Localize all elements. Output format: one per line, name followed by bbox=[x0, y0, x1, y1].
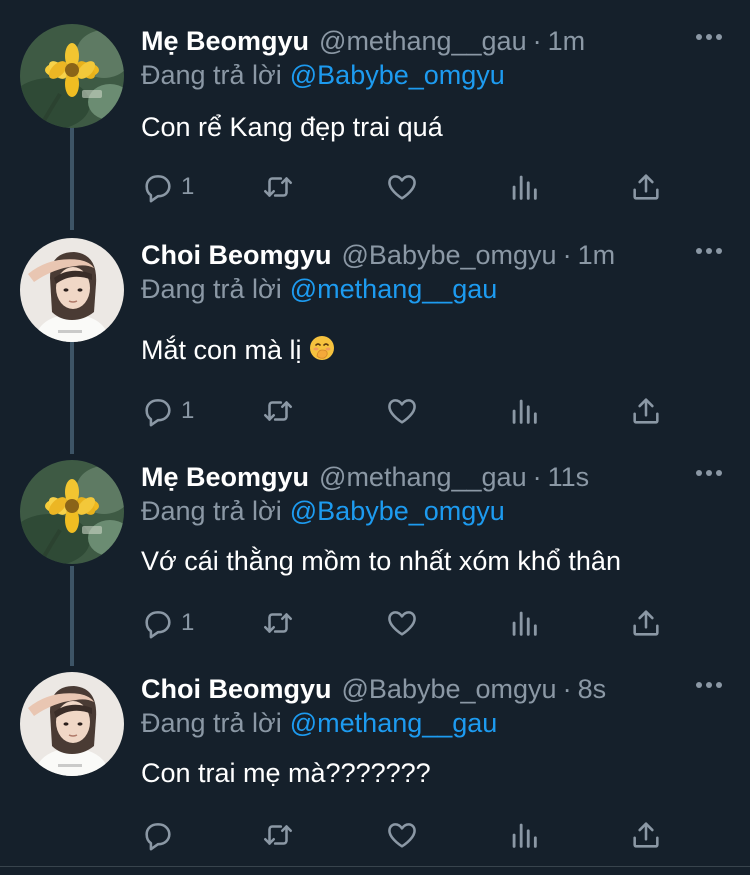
display-name[interactable]: Choi Beomgyu bbox=[141, 674, 332, 705]
reply-mention-link[interactable]: @methang__gau bbox=[290, 708, 498, 738]
separator-dot: · bbox=[532, 461, 542, 492]
share-icon bbox=[633, 822, 659, 848]
more-options-icon[interactable] bbox=[696, 682, 722, 690]
hand-over-mouth-emoji bbox=[308, 334, 336, 369]
more-options-icon[interactable] bbox=[696, 34, 722, 42]
avatar-flower[interactable] bbox=[20, 24, 124, 128]
retweet-button[interactable] bbox=[261, 170, 295, 204]
reply-button[interactable]: 1 bbox=[141, 606, 194, 640]
analytics-button[interactable] bbox=[507, 818, 541, 852]
retweet-icon bbox=[263, 401, 293, 421]
reply-mention-link[interactable]: @methang__gau bbox=[290, 274, 498, 304]
separator-dot: · bbox=[532, 25, 542, 56]
tweet-time[interactable]: 1m bbox=[548, 26, 586, 57]
replying-to: Đang trả lời @methang__gau bbox=[141, 708, 497, 739]
reply-mention-link[interactable]: @Babybe_omgyu bbox=[290, 496, 505, 526]
tweet-time[interactable]: 8s bbox=[578, 674, 607, 705]
share-button[interactable] bbox=[629, 170, 663, 204]
like-button[interactable] bbox=[385, 606, 419, 640]
reply-count: 1 bbox=[181, 173, 195, 200]
heart-icon bbox=[388, 175, 416, 200]
tweet[interactable]: Choi Beomgyu @Babybe_omgyu · 8s Đang trả… bbox=[0, 672, 750, 862]
user-handle[interactable]: @methang__gau bbox=[319, 462, 527, 493]
tweet-text: Con trai mẹ mà??????? bbox=[141, 758, 431, 788]
retweet-icon bbox=[263, 177, 293, 197]
tweet-time[interactable]: 1m bbox=[578, 240, 616, 271]
analytics-button[interactable] bbox=[507, 394, 541, 428]
retweet-button[interactable] bbox=[261, 818, 295, 852]
replying-to: Đang trả lời @methang__gau bbox=[141, 274, 497, 305]
share-button[interactable] bbox=[629, 606, 663, 640]
tweet[interactable]: Mẹ Beomgyu @methang__gau · 1m Đang trả l… bbox=[0, 24, 750, 214]
replying-to-label: Đang trả lời bbox=[141, 496, 282, 526]
replying-to-label: Đang trả lời bbox=[141, 274, 282, 304]
tweet-text-container: Mắt con mà lị bbox=[141, 334, 336, 369]
avatar-flower[interactable] bbox=[20, 460, 124, 564]
action-bar: 1 bbox=[141, 394, 661, 428]
display-name[interactable]: Mẹ Beomgyu bbox=[141, 462, 309, 493]
tweet-text: Mắt con mà lị bbox=[141, 335, 302, 365]
reply-icon bbox=[145, 611, 171, 639]
retweet-button[interactable] bbox=[261, 394, 295, 428]
separator-dot: · bbox=[562, 673, 572, 704]
share-icon bbox=[633, 174, 659, 200]
replying-to: Đang trả lời @Babybe_omgyu bbox=[141, 60, 505, 91]
user-handle[interactable]: @Babybe_omgyu bbox=[342, 240, 557, 271]
analytics-button[interactable] bbox=[507, 606, 541, 640]
analytics-button[interactable] bbox=[507, 170, 541, 204]
like-button[interactable] bbox=[385, 394, 419, 428]
share-button[interactable] bbox=[629, 394, 663, 428]
reply-button[interactable] bbox=[141, 818, 181, 852]
action-bar: 1 bbox=[141, 170, 661, 204]
reply-icon bbox=[145, 175, 171, 203]
retweet-button[interactable] bbox=[261, 606, 295, 640]
analytics-icon bbox=[512, 823, 537, 848]
replying-to-label: Đang trả lời bbox=[141, 708, 282, 738]
tweet-time[interactable]: 11s bbox=[548, 462, 590, 493]
analytics-icon bbox=[512, 611, 537, 636]
reply-icon bbox=[145, 399, 171, 427]
reply-button[interactable]: 1 bbox=[141, 170, 194, 204]
analytics-icon bbox=[512, 175, 537, 200]
action-bar bbox=[141, 818, 661, 852]
tweet-text: Con rể Kang đẹp trai quá bbox=[141, 112, 443, 142]
tweet-text: Vớ cái thằng mồm to nhất xóm khổ thân bbox=[141, 546, 621, 576]
retweet-icon bbox=[263, 825, 293, 845]
like-button[interactable] bbox=[385, 170, 419, 204]
heart-icon bbox=[388, 399, 416, 424]
display-name[interactable]: Choi Beomgyu bbox=[141, 240, 332, 271]
share-icon bbox=[633, 398, 659, 424]
more-options-icon[interactable] bbox=[696, 470, 722, 478]
share-button[interactable] bbox=[629, 818, 663, 852]
like-button[interactable] bbox=[385, 818, 419, 852]
reply-button[interactable]: 1 bbox=[141, 394, 194, 428]
replying-to: Đang trả lời @Babybe_omgyu bbox=[141, 496, 505, 527]
user-handle[interactable]: @methang__gau bbox=[319, 26, 527, 57]
bottom-divider bbox=[0, 866, 750, 867]
reply-icon bbox=[145, 823, 171, 851]
separator-dot: · bbox=[562, 239, 572, 270]
analytics-icon bbox=[512, 399, 537, 424]
reply-mention-link[interactable]: @Babybe_omgyu bbox=[290, 60, 505, 90]
avatar-person[interactable] bbox=[20, 238, 124, 342]
more-options-icon[interactable] bbox=[696, 248, 722, 256]
share-icon bbox=[633, 610, 659, 636]
action-bar: 1 bbox=[141, 606, 661, 640]
user-handle[interactable]: @Babybe_omgyu bbox=[342, 674, 557, 705]
display-name[interactable]: Mẹ Beomgyu bbox=[141, 26, 309, 57]
reply-count: 1 bbox=[181, 609, 195, 636]
tweet[interactable]: Choi Beomgyu @Babybe_omgyu · 1m Đang trả… bbox=[0, 238, 750, 438]
replying-to-label: Đang trả lời bbox=[141, 60, 282, 90]
heart-icon bbox=[388, 611, 416, 636]
reply-count: 1 bbox=[181, 397, 195, 424]
retweet-icon bbox=[263, 613, 293, 633]
avatar-person[interactable] bbox=[20, 672, 124, 776]
heart-icon bbox=[388, 823, 416, 848]
tweet[interactable]: Mẹ Beomgyu @methang__gau · 11s Đang trả … bbox=[0, 460, 750, 650]
